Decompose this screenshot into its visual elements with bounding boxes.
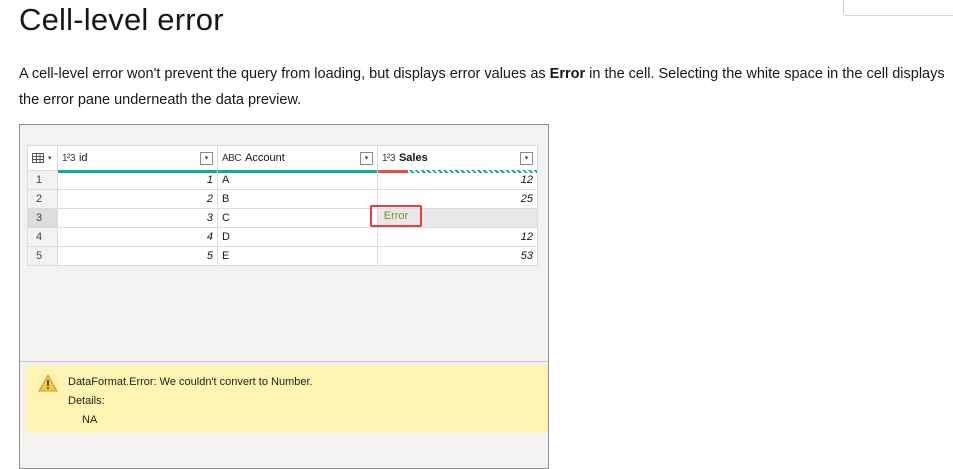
error-details-value: NA <box>82 414 98 426</box>
row-number: 5 <box>27 246 58 266</box>
table-icon[interactable] <box>32 152 46 164</box>
column-quality-bar <box>58 170 217 173</box>
table-row[interactable]: 2 2 B 25 <box>27 189 538 209</box>
paragraph-text-1: A cell-level error won't prevent the que… <box>19 66 550 82</box>
warning-icon <box>38 374 58 392</box>
filter-dropdown-button[interactable]: ▾ <box>360 151 373 165</box>
row-number: 4 <box>27 227 58 247</box>
chevron-down-icon: ▾ <box>48 155 52 162</box>
description-paragraph: A cell-level error won't prevent the que… <box>19 61 949 113</box>
table-row[interactable]: 5 5 E 53 <box>27 246 538 266</box>
column-name-id: id <box>78 152 88 164</box>
table-corner[interactable]: ▾ <box>27 145 58 171</box>
cell-account[interactable]: D <box>217 227 378 247</box>
paragraph-bold-error: Error <box>549 66 586 82</box>
number-type-icon[interactable]: 1²3 <box>382 153 395 164</box>
error-value[interactable]: Error <box>384 210 408 222</box>
cell-account[interactable]: A <box>217 170 378 190</box>
number-type-icon[interactable]: 1²3 <box>62 153 75 164</box>
data-preview-table: ▾ 1²3 id ▾ ABC Account ▾ 1²3 Sales ▾ 1 1… <box>27 145 538 266</box>
pane-divider[interactable] <box>20 361 548 362</box>
column-header-account[interactable]: ABC Account ▾ <box>217 145 378 173</box>
column-quality-bar <box>218 170 377 173</box>
table-row[interactable]: 4 4 D 12 <box>27 227 538 247</box>
row-number: 2 <box>27 189 58 209</box>
cell-sales[interactable]: 53 <box>377 246 538 266</box>
error-pane: DataFormat.Error: We couldn't convert to… <box>26 366 548 433</box>
top-right-control[interactable] <box>843 0 953 16</box>
page-title: Cell-level error <box>19 2 224 37</box>
table-row-selected[interactable]: 3 3 C Error <box>27 205 538 228</box>
row-number: 1 <box>27 170 58 190</box>
error-message: DataFormat.Error: We couldn't convert to… <box>68 376 313 388</box>
row-number: 3 <box>27 208 58 228</box>
error-highlight-box: Error <box>370 205 422 227</box>
cell-id[interactable]: 5 <box>57 246 218 266</box>
cell-sales[interactable]: 12 <box>377 170 538 190</box>
cell-account[interactable]: E <box>217 246 378 266</box>
cell-account[interactable]: B <box>217 189 378 209</box>
error-details-label: Details: <box>68 395 105 407</box>
filter-dropdown-button[interactable]: ▾ <box>200 151 213 165</box>
cell-id[interactable]: 2 <box>57 189 218 209</box>
column-header-id[interactable]: 1²3 id ▾ <box>57 145 218 173</box>
cell-id[interactable]: 3 <box>57 208 218 228</box>
data-preview-screenshot: ▾ 1²3 id ▾ ABC Account ▾ 1²3 Sales ▾ 1 1… <box>19 124 549 469</box>
column-name-sales: Sales <box>398 152 428 164</box>
cell-id[interactable]: 1 <box>57 170 218 190</box>
cell-sales[interactable]: 12 <box>377 227 538 247</box>
text-type-icon[interactable]: ABC <box>222 153 242 164</box>
header-row: ▾ 1²3 id ▾ ABC Account ▾ 1²3 Sales ▾ <box>27 145 538 173</box>
column-error-bar <box>378 170 408 173</box>
cell-id[interactable]: 4 <box>57 227 218 247</box>
cell-account[interactable]: C <box>217 208 378 228</box>
column-name-account: Account <box>245 152 285 164</box>
column-header-sales[interactable]: 1²3 Sales ▾ <box>377 145 538 173</box>
filter-dropdown-button[interactable]: ▾ <box>520 151 533 165</box>
cell-sales-error[interactable]: Error <box>370 205 538 228</box>
table-row[interactable]: 1 1 A 12 <box>27 170 538 190</box>
